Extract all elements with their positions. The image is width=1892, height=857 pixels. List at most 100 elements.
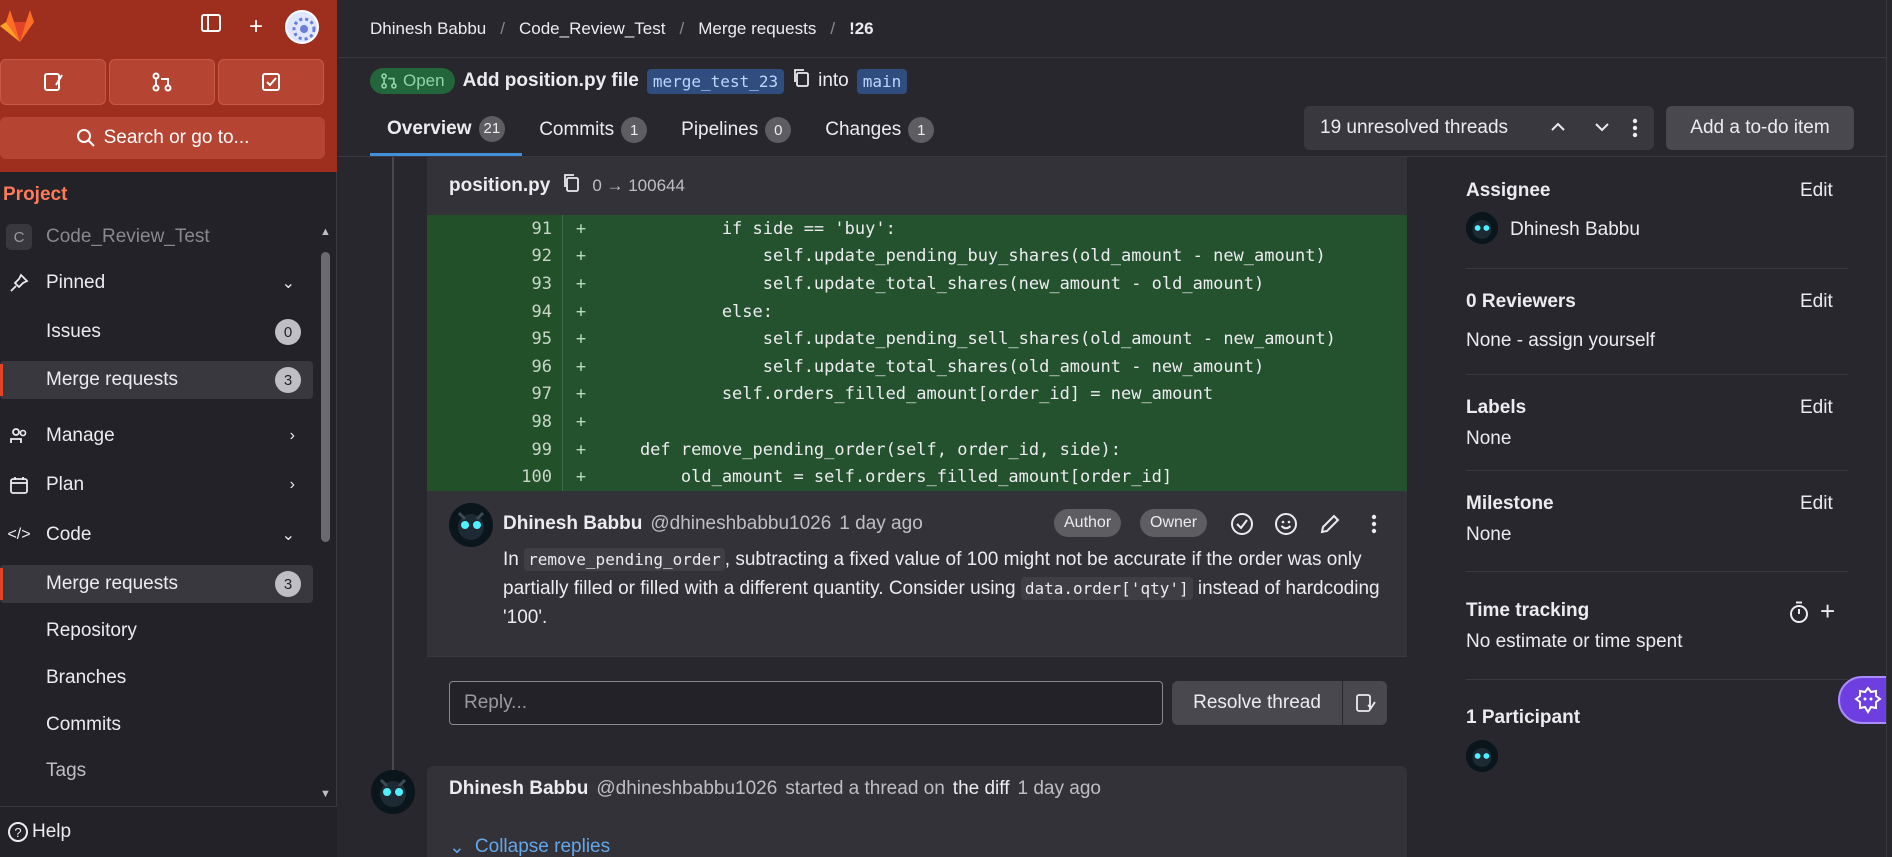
add-todo-button[interactable]: Add a to-do item — [1666, 106, 1854, 150]
labels-title: Labels — [1466, 397, 1527, 418]
assignee-avatar[interactable] — [1466, 212, 1498, 244]
more-options-icon[interactable] — [1629, 116, 1641, 146]
line-number[interactable]: 95 — [427, 325, 563, 353]
sidebar-item-code[interactable]: </> Code ⌄ — [0, 516, 313, 554]
scroll-up-icon[interactable]: ▲ — [320, 226, 331, 238]
sidebar-item-manage[interactable]: Manage › — [0, 417, 313, 455]
help-link[interactable]: ? Help — [8, 821, 71, 843]
issues-shortcut-button[interactable] — [0, 59, 106, 105]
sidebar-item-label: Issues — [46, 321, 101, 342]
create-new-icon[interactable]: + — [241, 12, 271, 42]
comment-author-name[interactable]: Dhinesh Babbu — [503, 513, 642, 535]
line-number[interactable]: 91 — [427, 215, 563, 243]
reviewers-value[interactable]: None - assign yourself — [1466, 330, 1655, 352]
file-name[interactable]: position.py — [449, 175, 550, 197]
diff-line: 98 + — [427, 408, 1407, 436]
line-number[interactable]: 94 — [427, 297, 563, 326]
thread-author-name[interactable]: Dhinesh Babbu — [449, 778, 588, 800]
tab-changes[interactable]: Changes 1 — [808, 104, 951, 156]
tab-commits[interactable]: Commits 1 — [522, 104, 664, 156]
merge-requests-shortcut-button[interactable] — [109, 59, 215, 105]
comment-author-handle[interactable]: @dhineshbabbu1026 — [650, 513, 831, 535]
tab-pipelines[interactable]: Pipelines 0 — [664, 104, 808, 156]
unresolved-threads-navigator: 19 unresolved threads — [1304, 106, 1654, 150]
gitlab-logo-icon[interactable] — [0, 6, 40, 46]
breadcrumb-item[interactable]: Merge requests — [698, 19, 816, 39]
assignee-name[interactable]: Dhinesh Babbu — [1510, 219, 1640, 241]
sidebar-project-link[interactable]: C Code_Review_Test — [0, 218, 313, 256]
tab-overview[interactable]: Overview 21 — [370, 104, 523, 156]
search-button[interactable]: Search or go to... — [0, 117, 325, 159]
target-branch[interactable]: main — [856, 68, 908, 94]
line-number[interactable]: 100 — [427, 463, 563, 491]
owner-badge: Owner — [1140, 509, 1208, 537]
line-number[interactable]: 92 — [427, 242, 563, 271]
toggle-sidebar-icon[interactable] — [196, 12, 226, 42]
page-scrollbar[interactable] — [1886, 0, 1892, 857]
chevron-right-icon: › — [289, 476, 295, 493]
sidebar-item-issues[interactable]: Issues 0 — [0, 313, 313, 351]
sidebar-item-pinned[interactable]: Pinned ⌄ — [0, 264, 313, 302]
sidebar-item-tags[interactable]: Tags — [0, 752, 313, 790]
added-marker: + — [575, 356, 587, 377]
duo-chat-button[interactable] — [1838, 676, 1892, 724]
user-avatar[interactable] — [285, 10, 319, 44]
line-number[interactable]: 99 — [427, 435, 563, 464]
sidebar-item-merge-requests-pinned[interactable]: Merge requests 3 — [0, 361, 313, 399]
breadcrumb-item[interactable]: Dhinesh Babbu — [370, 19, 486, 39]
emoji-reaction-icon[interactable] — [1271, 509, 1301, 539]
comment-author-avatar[interactable] — [449, 503, 493, 547]
thread-author-avatar[interactable] — [371, 770, 415, 814]
create-issue-icon[interactable] — [1343, 681, 1387, 725]
copy-file-path-icon[interactable] — [562, 173, 580, 199]
added-marker: + — [575, 384, 587, 405]
breadcrumb-item[interactable]: Code_Review_Test — [519, 19, 665, 39]
participant-avatar[interactable] — [1466, 740, 1498, 772]
diff-line: 99 + def remove_pending_order(self, order… — [427, 435, 1407, 464]
reviewers-edit-button[interactable]: Edit — [1800, 291, 1833, 313]
diff-line: 95 + self.update_pending_sell_shares(old_… — [427, 325, 1407, 353]
thread-timeline-line — [392, 157, 394, 777]
resolve-thread-button[interactable]: Resolve thread — [1172, 681, 1342, 725]
milestone-edit-button[interactable]: Edit — [1800, 493, 1833, 515]
participants-title: 1 Participant — [1466, 707, 1581, 728]
assignee-edit-button[interactable]: Edit — [1800, 180, 1833, 202]
code-text: def remove_pending_order(self, order_id,… — [599, 439, 1121, 460]
line-number[interactable]: 93 — [427, 270, 563, 298]
inline-code: remove_pending_order — [524, 548, 725, 571]
edit-pencil-icon[interactable] — [1315, 509, 1345, 539]
code-text: self.update_pending_buy_shares(old_amoun… — [599, 246, 1326, 267]
sidebar-item-plan[interactable]: Plan › — [0, 466, 313, 504]
sidebar-item-merge-requests[interactable]: Merge requests 3 — [0, 565, 313, 603]
copy-branch-icon[interactable] — [792, 68, 810, 94]
line-number[interactable]: 98 — [427, 408, 563, 436]
source-branch[interactable]: merge_test_23 — [646, 68, 785, 94]
project-avatar: C — [6, 224, 32, 250]
next-thread-icon[interactable] — [1591, 116, 1613, 144]
sidebar-item-branches[interactable]: Branches — [0, 659, 313, 697]
line-number[interactable]: 97 — [427, 380, 563, 409]
breadcrumb-current[interactable]: !26 — [849, 19, 874, 39]
thread-diff-link[interactable]: the diff — [953, 778, 1010, 800]
sidebar-item-repository[interactable]: Repository — [0, 612, 313, 650]
thread-timestamp[interactable]: 1 day ago — [1018, 778, 1101, 800]
sidebar-scrollbar[interactable]: ▲ ▼ — [320, 226, 331, 800]
line-number[interactable]: 96 — [427, 353, 563, 381]
add-time-icon[interactable]: + — [1820, 596, 1835, 627]
previous-thread-icon[interactable] — [1547, 116, 1569, 144]
todo-icon — [262, 73, 280, 91]
sidebar-item-commits[interactable]: Commits — [0, 706, 313, 744]
comment-timestamp[interactable]: 1 day ago — [839, 513, 922, 535]
thread-author-handle[interactable]: @dhineshbabbu1026 — [596, 778, 777, 800]
tab-label: Pipelines — [681, 119, 759, 140]
scroll-down-icon[interactable]: ▼ — [320, 788, 331, 800]
reply-input[interactable] — [449, 681, 1163, 725]
labels-edit-button[interactable]: Edit — [1800, 397, 1833, 419]
code-text: self.update_total_shares(new_amount - ol… — [599, 273, 1265, 294]
resolve-check-icon[interactable] — [1227, 509, 1257, 539]
collapse-replies-button[interactable]: ⌄ Collapse replies — [449, 836, 610, 857]
stopwatch-icon[interactable] — [1788, 600, 1810, 630]
scrollbar-thumb[interactable] — [321, 252, 330, 542]
more-actions-icon[interactable] — [1359, 509, 1389, 539]
todo-shortcut-button[interactable] — [218, 59, 324, 105]
